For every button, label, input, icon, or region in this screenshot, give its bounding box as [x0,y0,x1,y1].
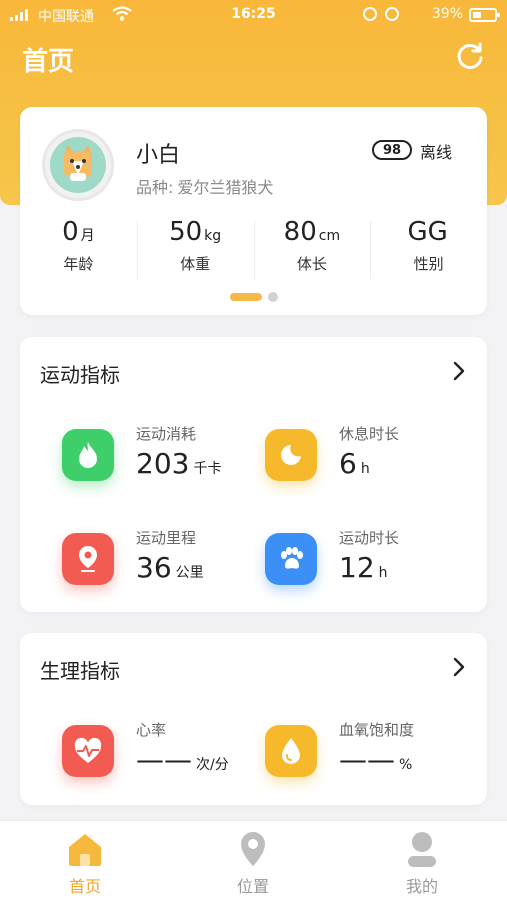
tab-profile[interactable]: 我的 [372,829,472,897]
metric-value: 12 [339,551,375,584]
lock-rotation-icon [363,7,377,21]
pet-profile-card[interactable]: 小白 品种: 爱尔兰猎狼犬 98 离线 0月 年龄 50 kg 体重 80 cm 体长… [20,107,487,315]
battery-icon [469,8,500,22]
stat-label: 性别 [413,255,444,273]
section-title: 生理指标 [40,659,120,683]
pet-breed: 品种: 爱尔兰猎狼犬 [136,174,273,198]
metric-unit: 次/分 [196,757,229,773]
refresh-icon[interactable] [455,41,485,71]
stat-value: 50 [169,217,203,247]
chevron-right-icon[interactable] [451,361,467,381]
stat-value: GG [407,217,448,247]
breed-value: 爱尔兰猎狼犬 [177,178,274,197]
page-title: 首页 [22,47,75,77]
carousel-dot-active[interactable] [229,293,262,301]
metric-label: 运动里程 [136,529,197,547]
stat-unit: kg [204,228,222,244]
tab-bar: 首页 位置 我的 [0,820,507,900]
flame-icon [62,429,114,481]
location-icon [241,832,265,866]
metric-value: 36 [136,551,172,584]
battery-percent: 39% [431,6,463,22]
stat-unit: 月 [80,228,95,244]
tab-location[interactable]: 位置 [203,829,303,897]
dog-avatar-icon [64,145,92,181]
paw-icon [265,533,317,585]
stat-age: 0月 年龄 [20,217,137,287]
metric-label: 血氧饱和度 [339,721,415,739]
exercise-metrics-card[interactable]: 运动指标 运动消耗 203 千卡 z 休息时长 6h 运动里程 36 公里 运动时长… [20,337,487,612]
user-icon [408,832,436,867]
metric-unit: h [378,565,388,581]
metric-label: 休息时长 [339,425,400,443]
device-status: 离线 [420,143,453,162]
breed-label: 品种: [136,178,174,197]
stat-unit: cm [318,228,341,244]
pet-name: 小白 [136,143,181,168]
home-icon [69,834,101,866]
stat-label: 体重 [180,255,211,273]
status-bar: 中国联通 16:25 39% [0,0,507,32]
alarm-icon [385,7,399,21]
tab-label: 位置 [236,877,269,896]
metric-value: —— [136,743,192,776]
drop-icon [265,725,317,777]
physiology-metrics-card[interactable]: 生理指标 心率 —— 次/分 血氧饱和度 ——% [20,633,487,805]
chevron-right-icon[interactable] [451,657,467,677]
avatar-frame [42,129,114,201]
carousel-indicator[interactable] [20,292,487,302]
metric-label: 运动消耗 [136,425,197,443]
metric-unit: 公里 [175,565,204,581]
metric-value: 6 [339,447,357,480]
stat-label: 体长 [296,255,327,273]
heart-pulse-icon [62,725,114,777]
stat-value: 0 [62,217,79,247]
location-pin-icon [62,533,114,585]
metric-value: 203 [136,447,190,480]
moon-sleep-icon: z [265,429,317,481]
metric-unit: h [360,461,370,477]
stat-label: 年龄 [63,255,94,273]
stat-weight: 50 kg 体重 [136,217,254,287]
tab-label: 我的 [405,877,438,896]
metric-unit: 千卡 [193,461,222,477]
carousel-dot[interactable] [267,292,278,302]
tab-label: 首页 [68,877,101,896]
metric-label: 运动时长 [339,529,400,547]
stat-value: 80 [283,217,317,247]
avatar[interactable] [50,137,106,193]
stat-length: 80 cm 体长 [253,217,371,287]
metric-label: 心率 [136,721,167,739]
metric-value: —— [339,743,395,776]
pet-stats: 0月 年龄 50 kg 体重 80 cm 体长 GG 性别 [20,217,487,287]
section-title: 运动指标 [40,363,120,387]
metric-unit: % [399,757,413,773]
svg-text:z: z [293,447,298,456]
device-badge: 98 [372,140,413,160]
tab-home[interactable]: 首页 [35,829,135,897]
stat-gender: GG 性别 [370,217,487,287]
